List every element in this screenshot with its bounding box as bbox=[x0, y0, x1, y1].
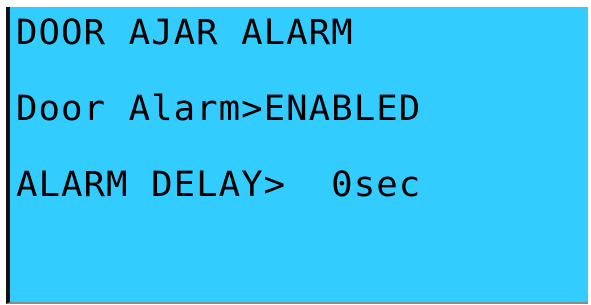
door-alarm-setting[interactable]: Door Alarm>ENABLED bbox=[16, 89, 421, 129]
alarm-delay-setting[interactable]: ALARM DELAY> 0sec bbox=[16, 165, 421, 205]
screen-title: DOOR AJAR ALARM bbox=[16, 13, 354, 53]
lcd-screen: DOOR AJAR ALARM Door Alarm>ENABLED ALARM… bbox=[6, 7, 588, 304]
lcd-display-frame: DOOR AJAR ALARM Door Alarm>ENABLED ALARM… bbox=[0, 0, 591, 305]
